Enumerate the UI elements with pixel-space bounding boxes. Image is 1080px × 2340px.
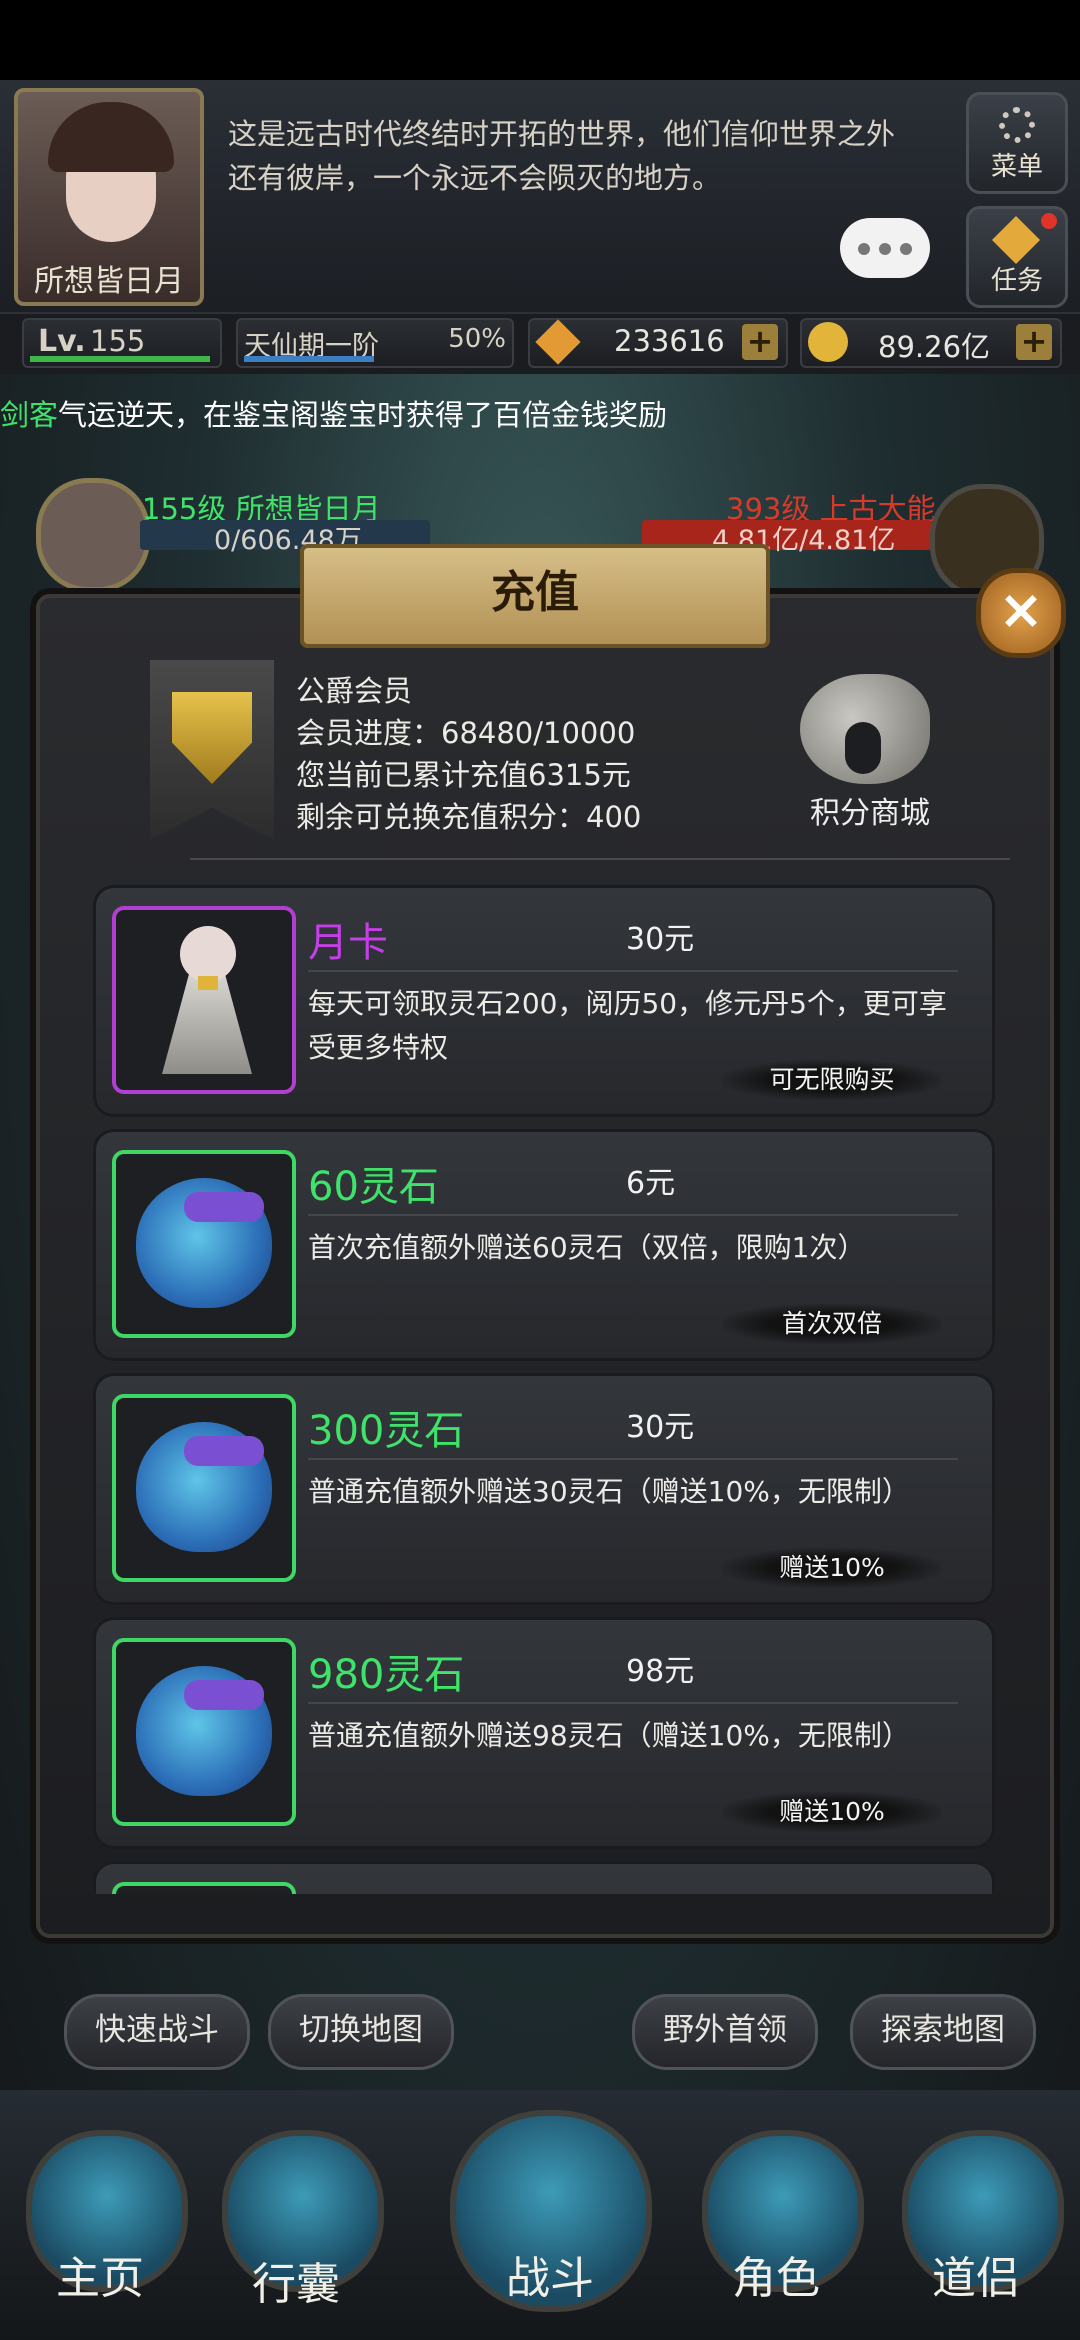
explore-map-button[interactable]: 探索地图	[850, 1994, 1036, 2070]
item-tag: 首次双倍	[722, 1304, 942, 1344]
spirit-stone-bag-icon	[136, 1178, 272, 1308]
nav-partner[interactable]: 道侣	[876, 2090, 1076, 2340]
vip-points: 剩余可兑换充值积分：400	[296, 800, 642, 834]
notification-dot	[1041, 213, 1057, 229]
recharge-item[interactable]: 1980灵石 198元	[96, 1864, 992, 1894]
points-shop-icon-hole	[845, 722, 881, 774]
item-thumbnail	[112, 1150, 296, 1338]
nav-home[interactable]: 主页	[0, 2090, 200, 2340]
switch-map-button[interactable]: 切换地图	[268, 1994, 454, 2070]
nav-role-label: 角色	[732, 2253, 820, 2304]
menu-button[interactable]: 菜单	[966, 92, 1068, 194]
item-price: 30元	[626, 1410, 695, 1445]
item-price: 30元	[626, 922, 695, 957]
nav-bag-label: 行囊	[252, 2259, 340, 2310]
nav-battle[interactable]: 战斗	[430, 2090, 670, 2340]
recharge-item[interactable]: 300灵石 30元普通充值额外赠送30灵石（赠送10%，无限制） 赠送10%	[96, 1376, 992, 1602]
nav-partner-label: 道侣	[932, 2253, 1020, 2304]
item-divider	[308, 1702, 958, 1704]
item-price: 98元	[626, 1654, 695, 1689]
nav-role[interactable]: 角色	[676, 2090, 876, 2340]
item-description: 每天可领取灵石200，阅历50，修元丹5个，更可享受更多特权	[308, 987, 947, 1064]
menu-label: 菜单	[990, 152, 1043, 182]
level-box: Lv. 155	[22, 318, 222, 368]
recharge-list[interactable]: 月卡 30元 每天可领取灵石200，阅历50，修元丹5个，更可享受更多特权 可无限购买…	[90, 880, 1002, 1894]
item-thumbnail	[112, 1394, 296, 1582]
item-tag: 赠送10%	[722, 1792, 942, 1832]
item-title: 980灵石	[308, 1652, 465, 1698]
recharge-item[interactable]: 980灵石 98元普通充值额外赠送98灵石（赠送10%，无限制） 赠送10%	[96, 1620, 992, 1846]
ticker-text: 气运逆天，在鉴宝阁鉴宝时获得了百倍金钱奖励	[58, 398, 668, 432]
recharge-item[interactable]: 60灵石 6元首次充值额外赠送60灵石（双倍，限购1次） 首次双倍	[96, 1132, 992, 1358]
gold-amount: 89.26亿	[878, 330, 991, 364]
avatar-hair	[48, 102, 174, 172]
gem-amount: 233616	[614, 324, 725, 358]
level-value: 155	[90, 324, 146, 358]
dialog-title: 充值	[491, 567, 579, 618]
item-title: 1980灵石	[308, 1886, 490, 1894]
nav-home-label: 主页	[56, 2253, 144, 2304]
nav-battle-label: 战斗	[506, 2253, 594, 2304]
add-gems-button[interactable]: +	[742, 324, 778, 360]
points-shop-button[interactable]: 积分商城	[790, 788, 950, 832]
realm-bar	[244, 356, 374, 362]
ghost-doll-icon	[162, 926, 252, 1076]
gold-box: 89.26亿 +	[800, 318, 1062, 368]
level-prefix: Lv.	[38, 324, 86, 359]
close-icon[interactable]: ×	[976, 568, 1066, 658]
item-tag: 可无限购买	[722, 1060, 942, 1100]
item-thumbnail	[112, 1882, 296, 1894]
item-title: 月卡	[308, 920, 388, 966]
recharge-item[interactable]: 月卡 30元每天可领取灵石200，阅历50，修元丹5个，更可享受更多特权 可无限购买	[96, 888, 992, 1114]
realm-box: 天仙期一阶 50%	[236, 318, 514, 368]
add-gold-button[interactable]: +	[1016, 324, 1052, 360]
item-divider	[308, 970, 958, 972]
item-title: 300灵石	[308, 1408, 465, 1454]
gear-icon	[999, 107, 1035, 143]
player-battle-avatar	[36, 478, 150, 592]
task-label: 任务	[990, 266, 1043, 296]
item-thumbnail	[112, 1638, 296, 1826]
item-description: 首次充值额外赠送60灵石（双倍，限购1次）	[308, 1231, 866, 1264]
realm-progress: 50%	[448, 324, 506, 354]
task-icon	[991, 215, 1041, 265]
intro-line-1: 这是远古时代终结时开拓的世界，他们信仰世界之外	[228, 117, 896, 151]
item-divider	[308, 1214, 958, 1216]
item-price: 198元	[626, 1890, 713, 1894]
gem-icon	[535, 319, 581, 365]
item-price: 6元	[626, 1166, 676, 1201]
vip-progress: 会员进度：68480/10000	[296, 716, 636, 750]
task-button[interactable]: 任务	[966, 206, 1068, 308]
nav-bag[interactable]: 行囊	[196, 2090, 396, 2340]
item-description: 普通充值额外赠送98灵石（赠送10%，无限制）	[308, 1719, 910, 1752]
item-thumbnail	[112, 906, 296, 1094]
divider	[190, 858, 1010, 860]
announcement-ticker: 剑客气运逆天，在鉴宝阁鉴宝时获得了百倍金钱奖励	[0, 392, 1080, 438]
item-description: 普通充值额外赠送30灵石（赠送10%，无限制）	[308, 1475, 910, 1508]
item-tag: 赠送10%	[722, 1548, 942, 1588]
ticker-highlight: 剑客	[0, 398, 59, 432]
field-boss-button[interactable]: 野外首领	[632, 1994, 818, 2070]
vip-total: 您当前已累计充值6315元	[296, 758, 631, 792]
player-name: 所想皆日月	[34, 264, 184, 299]
gem-box: 233616 +	[528, 318, 788, 368]
item-title: 60灵石	[308, 1164, 439, 1210]
item-divider	[308, 1458, 958, 1460]
spirit-stone-bag-icon	[136, 1666, 272, 1796]
intro-line-2: 还有彼岸，一个永远不会陨灭的地方。	[228, 161, 722, 195]
chat-bubble-icon[interactable]	[840, 218, 930, 278]
gold-coin-icon	[808, 322, 848, 362]
exp-bar	[30, 356, 210, 362]
spirit-stone-bag-icon	[136, 1422, 272, 1552]
vip-rank: 公爵会员	[296, 674, 413, 708]
intro-text: 这是远古时代终结时开拓的世界，他们信仰世界之外 还有彼岸，一个永远不会陨灭的地方…	[228, 112, 948, 200]
quick-battle-button[interactable]: 快速战斗	[64, 1994, 250, 2070]
